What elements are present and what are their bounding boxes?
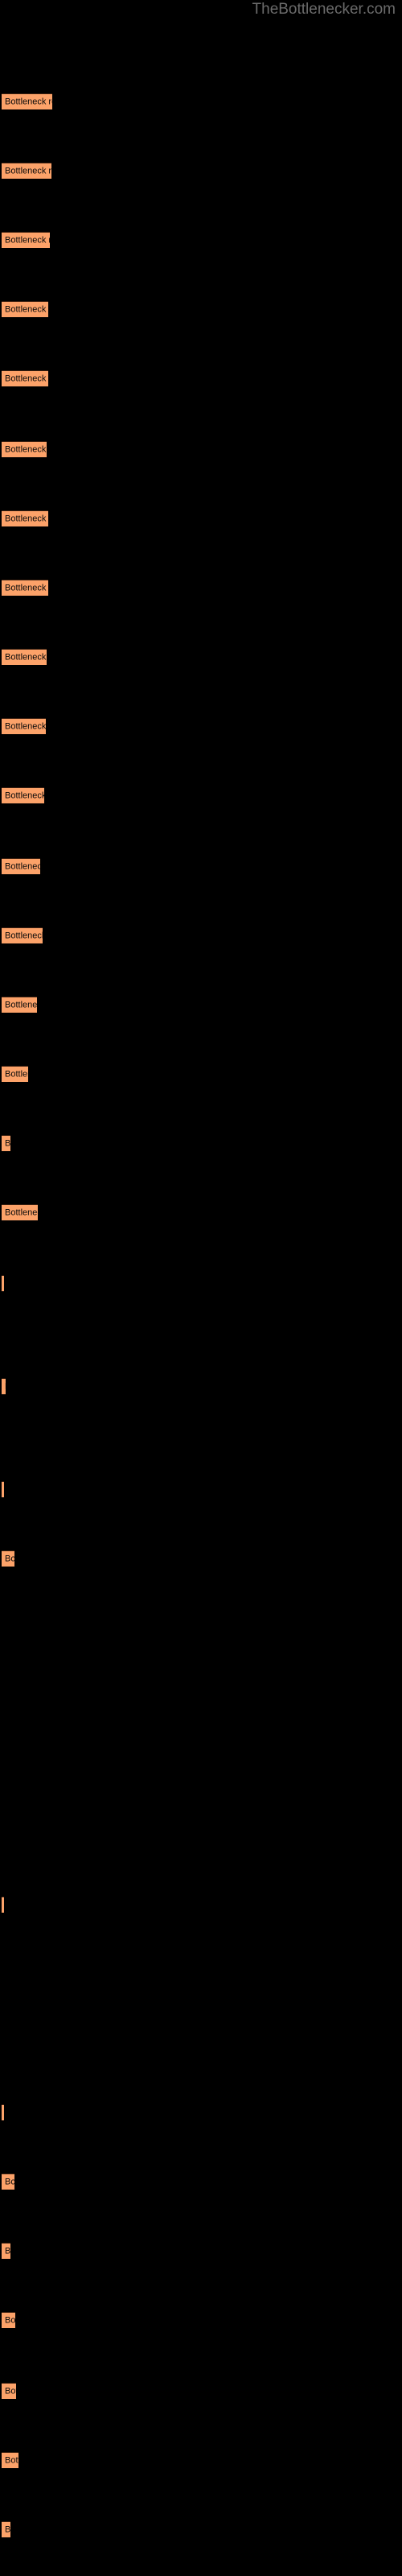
bar-row: Bottleneck result (0, 858, 402, 890)
bar[interactable]: Bottleneck result (2, 2383, 16, 2399)
bar[interactable]: Bottleneck result (2, 580, 48, 596)
bar[interactable]: Bottleneck result (2, 1135, 10, 1151)
bar-label: Bottleneck result (5, 304, 48, 314)
bar[interactable]: Bottleneck result (2, 510, 48, 526)
bar-row: Bottleneck result (0, 2383, 402, 2415)
bar-label: Bottleneck result (5, 2524, 10, 2534)
bar[interactable]: Bottleneck result (2, 301, 48, 317)
bar-label: Bottleneck result (5, 97, 52, 106)
bar-row: Bottleneck result (0, 163, 402, 195)
bar[interactable]: Bottleneck result (2, 93, 52, 109)
bottleneck-chart-root: TheBottlenecker.com Bottleneck resultBot… (0, 0, 402, 2576)
bar-row: Bottleneck result (0, 1897, 402, 1929)
bar-label: Bottleneck result (5, 166, 51, 175)
bar[interactable]: Bottleneck result (2, 2174, 14, 2190)
bar-row: Bottleneck result (0, 2452, 402, 2484)
bar[interactable]: Bottleneck result (2, 2243, 10, 2259)
bar-label: Bottleneck result (5, 583, 48, 592)
bar-row: Bottleneck result (0, 997, 402, 1029)
bar[interactable]: Bottleneck result (2, 1550, 14, 1567)
bar-label: Bottleneck result (5, 652, 47, 662)
bar-row: Bottleneck result (0, 1481, 402, 1513)
bar[interactable]: Bottleneck result (2, 163, 51, 179)
bar-row: Bottleneck result (0, 2312, 402, 2344)
bar-row: Bottleneck result (0, 2243, 402, 2275)
bar-row: Bottleneck result (0, 1066, 402, 1098)
bar[interactable]: Bottleneck result (2, 2521, 10, 2537)
bar-row: Bottleneck result (0, 301, 402, 333)
bar-row: Bottleneck result (0, 232, 402, 264)
bar-row: Bottleneck result (0, 441, 402, 473)
bar-label: Bottleneck result (5, 931, 43, 940)
bar-row: Bottleneck result (0, 1275, 402, 1307)
bar-label: Bottleneck result (5, 514, 48, 523)
bar-label: Bottleneck result (5, 1138, 10, 1148)
bar-row: Bottleneck result (0, 1550, 402, 1583)
bar-label: Bottleneck result (5, 2177, 14, 2186)
bar-row: Bottleneck result (0, 927, 402, 960)
bar[interactable]: Bottleneck result (2, 649, 47, 665)
bar[interactable]: Bottleneck result (2, 1481, 4, 1497)
bar-row: Bottleneck result (0, 718, 402, 750)
bar-label: Bottleneck result (5, 2315, 15, 2325)
bar-label: Bottleneck result (5, 1069, 28, 1079)
bar-label: Bottleneck result (5, 2246, 10, 2256)
bar-label: Bottleneck result (5, 235, 50, 245)
bar-row: Bottleneck result (0, 787, 402, 819)
bar-row: Bottleneck result (0, 93, 402, 126)
bar[interactable]: Bottleneck result (2, 718, 46, 734)
bar-row: Bottleneck result (0, 1135, 402, 1167)
bar[interactable]: Bottleneck result (2, 370, 48, 386)
bar[interactable]: Bottleneck result (2, 997, 37, 1013)
bar[interactable]: Bottleneck result (2, 1066, 28, 1082)
bar[interactable]: Bottleneck result (2, 2312, 15, 2328)
bar-label: Bottleneck result (5, 1000, 37, 1009)
bar[interactable]: Bottleneck result (2, 1275, 4, 1291)
bar-label: Bottleneck result (5, 2455, 18, 2465)
bar[interactable]: Bottleneck result (2, 2104, 4, 2120)
bar-label: Bottleneck result (5, 861, 40, 871)
bar-row: Bottleneck result (0, 580, 402, 612)
bar[interactable]: Bottleneck result (2, 787, 44, 803)
bar[interactable]: Bottleneck result (2, 1897, 4, 1913)
bar-row: Bottleneck result (0, 1204, 402, 1236)
bar-label: Bottleneck result (5, 1554, 14, 1563)
bar-label: Bottleneck result (5, 1381, 6, 1392)
bar[interactable]: Bottleneck result (2, 232, 50, 248)
bar[interactable]: Bottleneck result (2, 2452, 18, 2468)
bar-label: Bottleneck result (5, 374, 48, 383)
bar[interactable]: Bottleneck result (2, 858, 40, 874)
bar[interactable]: Bottleneck result (2, 441, 47, 457)
bar-row: Bottleneck result (0, 510, 402, 543)
bar-chart-bars: Bottleneck result Bottleneck result Bottle… (0, 0, 402, 2576)
bar-row: Bottleneck result (0, 649, 402, 681)
bar-label: Bottleneck result (5, 1208, 38, 1217)
bar-row: Bottleneck result (0, 2104, 402, 2136)
bar[interactable]: Bottleneck result (2, 1378, 6, 1394)
bar-row: Bottleneck result (0, 2174, 402, 2206)
bar[interactable]: Bottleneck result (2, 927, 43, 943)
bar-label: Bottleneck result (5, 721, 46, 731)
bar-label: Bottleneck result (5, 791, 44, 800)
bar-label: Bottleneck result (5, 2386, 16, 2396)
bar-row: Bottleneck result (0, 370, 402, 402)
bar-row: Bottleneck result (0, 1378, 402, 1410)
bar-row: Bottleneck result (0, 2521, 402, 2553)
bar[interactable]: Bottleneck result (2, 1204, 38, 1220)
bar-label: Bottleneck result (5, 444, 47, 454)
